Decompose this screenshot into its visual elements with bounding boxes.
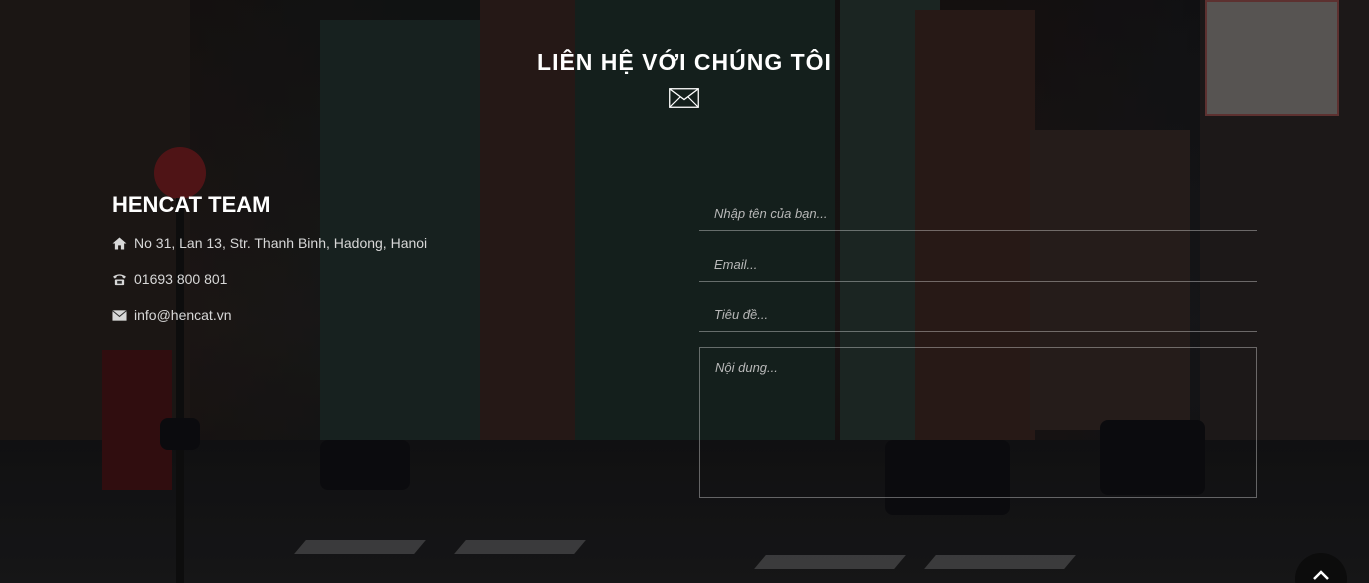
message-textarea[interactable] (699, 347, 1257, 498)
address-row: No 31, Lan 13, Str. Thanh Binh, Hadong, … (112, 235, 427, 251)
contact-section: LIÊN HỆ VỚI CHÚNG TÔI HENCAT TEAM No 31,… (0, 0, 1369, 583)
email-link[interactable]: info@hencat.vn (134, 307, 232, 323)
email-input[interactable] (699, 248, 1257, 282)
envelope-icon (112, 309, 127, 321)
team-name: HENCAT TEAM (112, 192, 271, 217)
phone-icon (113, 273, 126, 285)
phone-row: 01693 800 801 (112, 271, 227, 287)
chevron-up-icon (1313, 570, 1329, 580)
phone-text: 01693 800 801 (134, 271, 228, 287)
name-input[interactable] (699, 197, 1257, 231)
subject-input[interactable] (699, 298, 1257, 332)
address-text: No 31, Lan 13, Str. Thanh Binh, Hadong, … (134, 235, 428, 251)
envelope-icon (669, 88, 699, 108)
section-title: LIÊN HỆ VỚI CHÚNG TÔI (537, 49, 832, 75)
home-icon (112, 236, 127, 250)
email-row: info@hencat.vn (112, 307, 232, 323)
